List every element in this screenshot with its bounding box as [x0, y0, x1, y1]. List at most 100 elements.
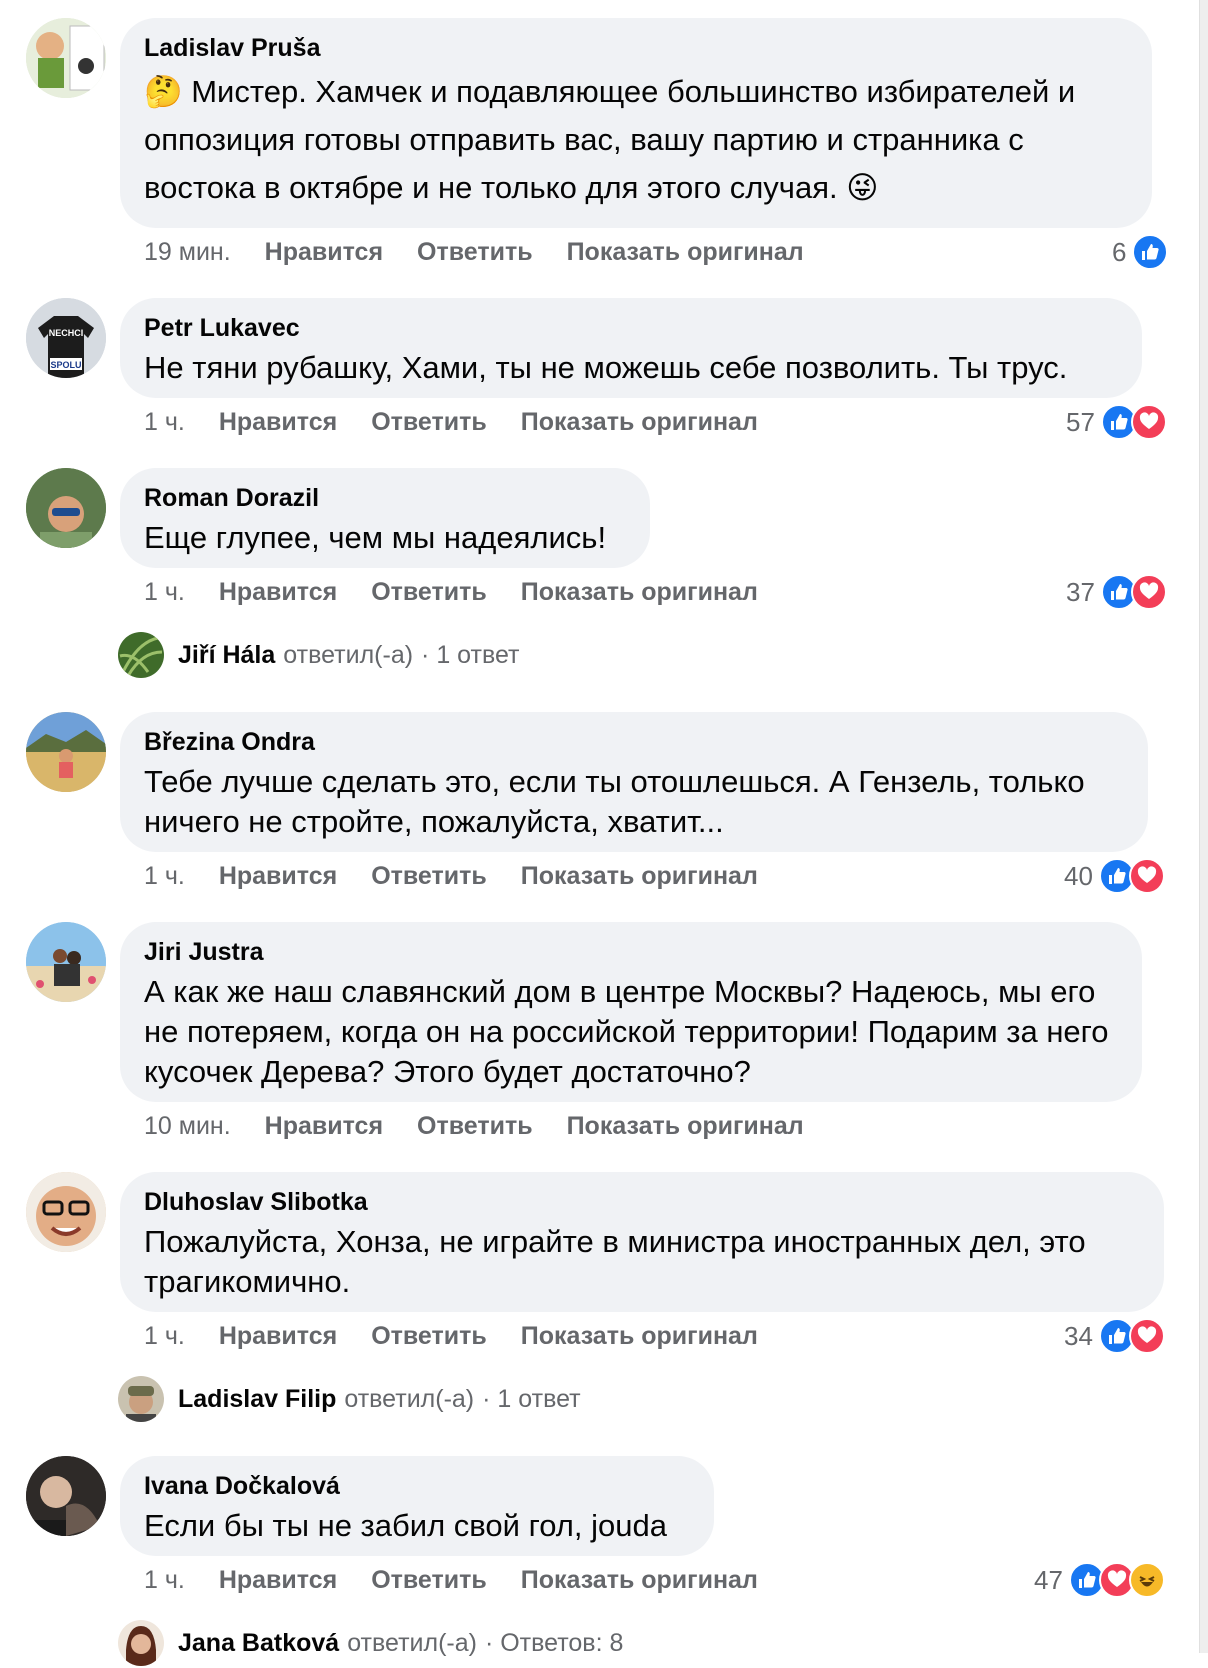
comment-actions: 1 ч. Нравится Ответить Показать оригинал	[144, 858, 792, 894]
show-original-button[interactable]: Показать оригинал	[521, 578, 758, 607]
comment-time[interactable]: 1 ч.	[144, 862, 185, 891]
reply-button[interactable]: Ответить	[417, 1112, 533, 1141]
comment-text: 🤔 Мистер. Хамчек и подавляющее большинст…	[144, 74, 1076, 205]
like-reaction-icon	[1132, 234, 1169, 270]
couple-beach-avatar-image	[26, 922, 106, 1002]
svg-text:SPOLU: SPOLU	[50, 360, 81, 370]
reply-verb: ответил(-а)	[283, 640, 414, 669]
reaction-summary[interactable]: 47	[1034, 1562, 1165, 1598]
comment-text: Еще глупее, чем мы надеялись!	[144, 520, 607, 555]
avatar[interactable]	[26, 922, 106, 1002]
scrollbar[interactable]	[1199, 0, 1208, 1653]
comment-time[interactable]: 19 мин.	[144, 238, 231, 267]
reply-button[interactable]: Ответить	[371, 862, 487, 891]
avatar[interactable]	[26, 468, 106, 548]
comment-bubble: Dluhoslav Slibotka Пожалуйста, Хонза, не…	[120, 1172, 1164, 1312]
tshirt-avatar-image: NECHCI SPOLU	[26, 298, 106, 378]
comment-bubble: Ladislav Pruša 🤔 Мистер. Хамчек и подавл…	[120, 18, 1152, 228]
plant-avatar-image	[118, 632, 164, 678]
like-button[interactable]: Нравится	[219, 408, 337, 437]
comment-author[interactable]: Roman Dorazil	[144, 482, 626, 514]
reply-author[interactable]: Ladislav Filip	[178, 1385, 336, 1414]
show-original-button[interactable]: Показать оригинал	[521, 1322, 758, 1351]
comment-time[interactable]: 1 ч.	[144, 1322, 185, 1351]
reply-verb: ответил(-а)	[347, 1628, 477, 1657]
reply-count: · 1 ответ	[421, 640, 520, 669]
comment-author[interactable]: Petr Lukavec	[144, 312, 1118, 344]
replies-summary[interactable]: Jiří Hála ответил(-а) · 1 ответ	[118, 630, 520, 680]
comment-author[interactable]: Ladislav Pruša	[144, 32, 1128, 64]
cartoon-avatar-image	[26, 18, 106, 98]
comment-author[interactable]: Ivana Dočkalová	[144, 1470, 690, 1502]
avatar[interactable]: NECHCI SPOLU	[26, 298, 106, 378]
man-cap-avatar-image	[118, 1376, 164, 1422]
like-button[interactable]: Нравится	[219, 1322, 337, 1351]
reaction-summary[interactable]: 57	[1066, 404, 1167, 440]
reply-button[interactable]: Ответить	[371, 578, 487, 607]
woman-avatar-image	[118, 1620, 164, 1666]
show-original-button[interactable]: Показать оригинал	[521, 1566, 758, 1595]
like-button[interactable]: Нравится	[265, 238, 383, 267]
reply-button[interactable]: Ответить	[371, 1566, 487, 1595]
like-button[interactable]: Нравится	[219, 862, 337, 891]
reaction-count: 34	[1064, 1320, 1093, 1351]
love-reaction-icon	[1130, 404, 1167, 440]
reaction-count: 37	[1066, 576, 1095, 607]
comment-bubble: Březina Ondra Тебе лучше сделать это, ес…	[120, 712, 1148, 852]
comment-actions: 10 мин. Нравится Ответить Показать ориги…	[144, 1108, 838, 1144]
like-button[interactable]: Нравится	[219, 578, 337, 607]
show-original-button[interactable]: Показать оригинал	[567, 238, 804, 267]
replies-summary[interactable]: Jana Batková ответил(-а) · Ответов: 8	[118, 1618, 623, 1668]
dark-photo-avatar-image	[26, 1456, 106, 1536]
beach-avatar-image	[26, 712, 106, 792]
svg-text:NECHCI: NECHCI	[49, 328, 84, 338]
comment-bubble: Petr Lukavec Не тяни рубашку, Хами, ты н…	[120, 298, 1142, 398]
show-original-button[interactable]: Показать оригинал	[567, 1112, 804, 1141]
reply-author[interactable]: Jana Batková	[178, 1629, 339, 1658]
comment-author[interactable]: Jiri Justra	[144, 936, 1118, 968]
reply-author[interactable]: Jiří Hála	[178, 641, 275, 670]
love-reaction-icon	[1128, 858, 1165, 894]
reply-verb: ответил(-а)	[344, 1384, 475, 1413]
comment-text: Пожалуйста, Хонза, не играйте в министра…	[144, 1224, 1086, 1299]
comment-text: Тебе лучше сделать это, если ты отошлешь…	[144, 764, 1085, 839]
show-original-button[interactable]: Показать оригинал	[521, 862, 758, 891]
comment-time[interactable]: 10 мин.	[144, 1112, 231, 1141]
comment-time[interactable]: 1 ч.	[144, 1566, 185, 1595]
avatar[interactable]	[26, 1456, 106, 1536]
smiling-man-glasses-avatar-image	[26, 1172, 106, 1252]
comment-text: Не тяни рубашку, Хами, ты не можешь себе…	[144, 350, 1068, 385]
reaction-summary[interactable]: 37	[1066, 574, 1167, 610]
comment-time[interactable]: 1 ч.	[144, 408, 185, 437]
comment-author[interactable]: Březina Ondra	[144, 726, 1124, 758]
comment-author[interactable]: Dluhoslav Slibotka	[144, 1186, 1140, 1218]
comment-text: А как же наш славянский дом в центре Мос…	[144, 974, 1109, 1089]
reply-button[interactable]: Ответить	[371, 408, 487, 437]
comment-time[interactable]: 1 ч.	[144, 578, 185, 607]
love-reaction-icon	[1130, 574, 1167, 610]
thinking-emoji: 🤔	[144, 74, 183, 109]
winking-tongue-emoji: 😜	[846, 170, 879, 205]
reaction-summary[interactable]: 40	[1064, 858, 1165, 894]
reaction-count: 6	[1112, 236, 1127, 267]
reaction-summary[interactable]: 34	[1064, 1318, 1165, 1354]
reply-button[interactable]: Ответить	[417, 238, 533, 267]
comment-actions: 1 ч. Нравится Ответить Показать оригинал	[144, 574, 792, 610]
comment-actions: 1 ч. Нравится Ответить Показать оригинал	[144, 1318, 792, 1354]
show-original-button[interactable]: Показать оригинал	[521, 408, 758, 437]
love-reaction-icon	[1128, 1318, 1165, 1354]
haha-reaction-icon	[1128, 1562, 1165, 1598]
reaction-count: 40	[1064, 860, 1093, 891]
avatar[interactable]	[26, 712, 106, 792]
like-button[interactable]: Нравится	[219, 1566, 337, 1595]
person-sunglasses-avatar-image	[26, 468, 106, 548]
avatar[interactable]	[26, 18, 106, 98]
comment-bubble: Jiri Justra А как же наш славянский дом …	[120, 922, 1142, 1102]
replies-summary[interactable]: Ladislav Filip ответил(-а) · 1 ответ	[118, 1374, 581, 1424]
avatar[interactable]	[26, 1172, 106, 1252]
reaction-count: 47	[1034, 1564, 1063, 1595]
reaction-summary[interactable]: 6	[1112, 234, 1169, 270]
like-button[interactable]: Нравится	[265, 1112, 383, 1141]
reply-button[interactable]: Ответить	[371, 1322, 487, 1351]
reply-avatar	[118, 1376, 164, 1422]
